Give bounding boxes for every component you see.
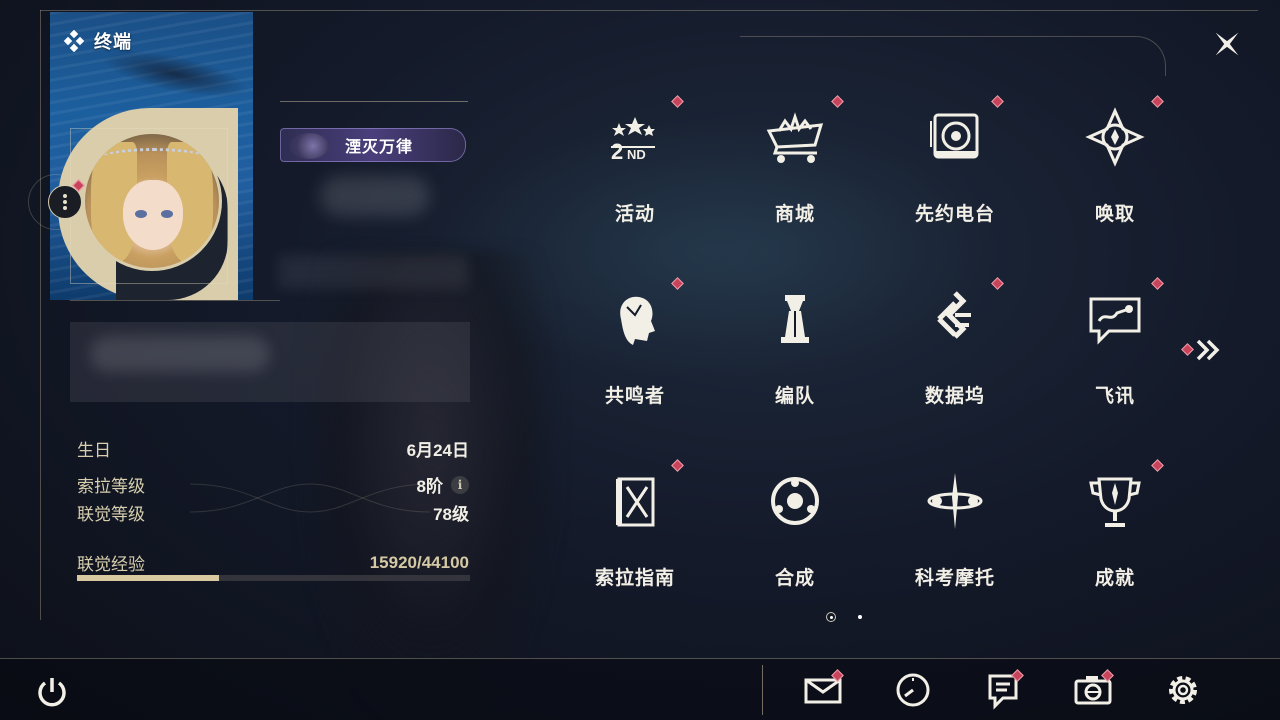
- clock-icon: [896, 673, 930, 707]
- sync-level-label: 联觉等级: [77, 505, 145, 524]
- bottom-bar-line: [0, 658, 1280, 659]
- notification-badge: [991, 277, 1004, 290]
- frame-top-line: [40, 10, 1258, 11]
- guide-book-icon: [616, 477, 655, 527]
- terminal-header: 终端: [62, 28, 132, 54]
- notification-badge: [1151, 277, 1164, 290]
- sola-level-value-group: 8阶 i: [417, 472, 469, 497]
- settings-gear-icon: [1169, 676, 1197, 704]
- exp-value: 15920/44100: [369, 552, 469, 572]
- menu-item-data-dock[interactable]: 数据坞: [875, 277, 1035, 417]
- menu-item-activity[interactable]: 2 ND 活动: [555, 95, 715, 235]
- terminal-diamond-icon: [63, 30, 85, 52]
- avatar-eye-left: [135, 210, 147, 218]
- menu-item-label: 活动: [614, 204, 655, 225]
- menu-item-achievements[interactable]: 成就: [1035, 459, 1195, 599]
- stat-row-sola-level: 索拉等级 8阶 i: [77, 472, 469, 497]
- menu-item-label: 飞讯: [1094, 386, 1135, 407]
- avatar[interactable]: [82, 131, 222, 271]
- close-star-icon[interactable]: [1209, 26, 1245, 62]
- blurred-player-id: [278, 255, 468, 289]
- gacha-compass-icon: [1085, 107, 1145, 167]
- menu-item-label: 合成: [774, 568, 815, 589]
- sync-level-value: 78级: [433, 505, 469, 524]
- bottom-bar-divider: [762, 665, 763, 715]
- menu-grid: 2 ND 活动 商城 先约电台 唤取 共鸣者 编队 数据坞 飞讯 索拉指南 合成…: [555, 95, 1195, 605]
- blurred-player-name: [320, 176, 430, 216]
- menu-item-shop[interactable]: 商城: [715, 95, 875, 235]
- camera-button[interactable]: [1073, 669, 1114, 710]
- info-icon[interactable]: i: [451, 475, 469, 494]
- badge-portrait-icon: [289, 133, 329, 159]
- menu-item-label: 共鸣者: [604, 386, 665, 407]
- exp-progress-fill: [77, 575, 219, 581]
- menu-item-sola-guide[interactable]: 索拉指南: [555, 459, 715, 599]
- notification-badge: [1151, 459, 1164, 472]
- menu-item-label: 科考摩托: [914, 568, 995, 589]
- avatar-thorn-crown: [99, 148, 209, 170]
- birthday-label: 生日: [77, 441, 111, 460]
- notification-badge: [991, 95, 1004, 108]
- menu-item-team[interactable]: 编队: [715, 277, 875, 417]
- notification-badge: [671, 95, 684, 108]
- menu-item-label: 索拉指南: [594, 568, 675, 589]
- stat-row-sync-level: 联觉等级 78级: [77, 500, 469, 525]
- notification-badge: [671, 459, 684, 472]
- menu-item-label: 先约电台: [914, 204, 995, 225]
- menu-item-resonators[interactable]: 共鸣者: [555, 277, 715, 417]
- settings-button[interactable]: [1163, 670, 1203, 710]
- sola-level-value: 8阶: [416, 477, 443, 496]
- menu-item-gacha[interactable]: 唤取: [1035, 95, 1195, 235]
- avatar-face: [123, 180, 183, 250]
- page-dot-active[interactable]: [826, 612, 836, 622]
- team-chess-icon: [781, 295, 809, 343]
- stat-row-birthday: 生日 6月24日: [77, 436, 469, 461]
- menu-item-label: 唤取: [1094, 204, 1135, 225]
- menu-item-label: 数据坞: [924, 386, 985, 407]
- clock-button[interactable]: [893, 670, 933, 710]
- menu-item-radio[interactable]: 先约电台: [875, 95, 1035, 235]
- notification-badge: [671, 277, 684, 290]
- event-2nd-anniversary-icon: 2 ND: [611, 117, 655, 164]
- blurred-signature-text: [90, 336, 270, 372]
- motorbike-icon: [927, 473, 983, 529]
- notice-button[interactable]: [983, 669, 1024, 710]
- frame-curve: [740, 36, 1166, 76]
- exp-label: 联觉经验: [77, 555, 145, 574]
- more-vertical-icon: [63, 194, 67, 210]
- mail-button[interactable]: [803, 669, 844, 710]
- svg-text:ND: ND: [627, 147, 646, 162]
- menu-item-label: 编队: [774, 386, 815, 407]
- avatar-eye-right: [161, 210, 173, 218]
- frame-left-line: [40, 10, 41, 620]
- page-indicator: [826, 612, 862, 622]
- double-chevron-right-icon[interactable]: [1196, 338, 1222, 362]
- birthday-value: 6月24日: [406, 441, 469, 460]
- profile-divider-top: [280, 101, 468, 102]
- notification-badge: [1151, 95, 1164, 108]
- menu-item-synthesis[interactable]: 合成: [715, 459, 875, 599]
- menu-item-messages[interactable]: 飞讯: [1035, 277, 1195, 417]
- profile-divider-bottom: [70, 300, 280, 301]
- sola-level-label: 索拉等级: [77, 477, 145, 496]
- shop-cart-icon: [766, 112, 824, 163]
- achievement-trophy-icon: [1089, 477, 1141, 527]
- svg-text:2: 2: [611, 139, 623, 164]
- message-chat-icon: [1089, 297, 1141, 345]
- exp-progress-bar: [77, 575, 470, 581]
- menu-item-label: 商城: [774, 204, 815, 225]
- notification-badge: [831, 95, 844, 108]
- menu-item-motorbike[interactable]: 科考摩托: [875, 459, 1035, 599]
- title-badge[interactable]: 湮灭万律: [280, 128, 466, 162]
- badge-title: 湮灭万律: [345, 139, 414, 156]
- resonator-head-icon: [620, 296, 655, 345]
- stat-row-exp: 联觉经验 15920/44100: [77, 550, 469, 575]
- page-dot[interactable]: [858, 615, 862, 619]
- radio-speaker-icon: [930, 113, 979, 159]
- power-icon[interactable]: [34, 674, 70, 710]
- synthesis-circle-icon: [771, 477, 819, 525]
- menu-item-label: 成就: [1094, 568, 1135, 589]
- page-title: 终端: [94, 32, 132, 52]
- data-dock-icon: [937, 291, 971, 339]
